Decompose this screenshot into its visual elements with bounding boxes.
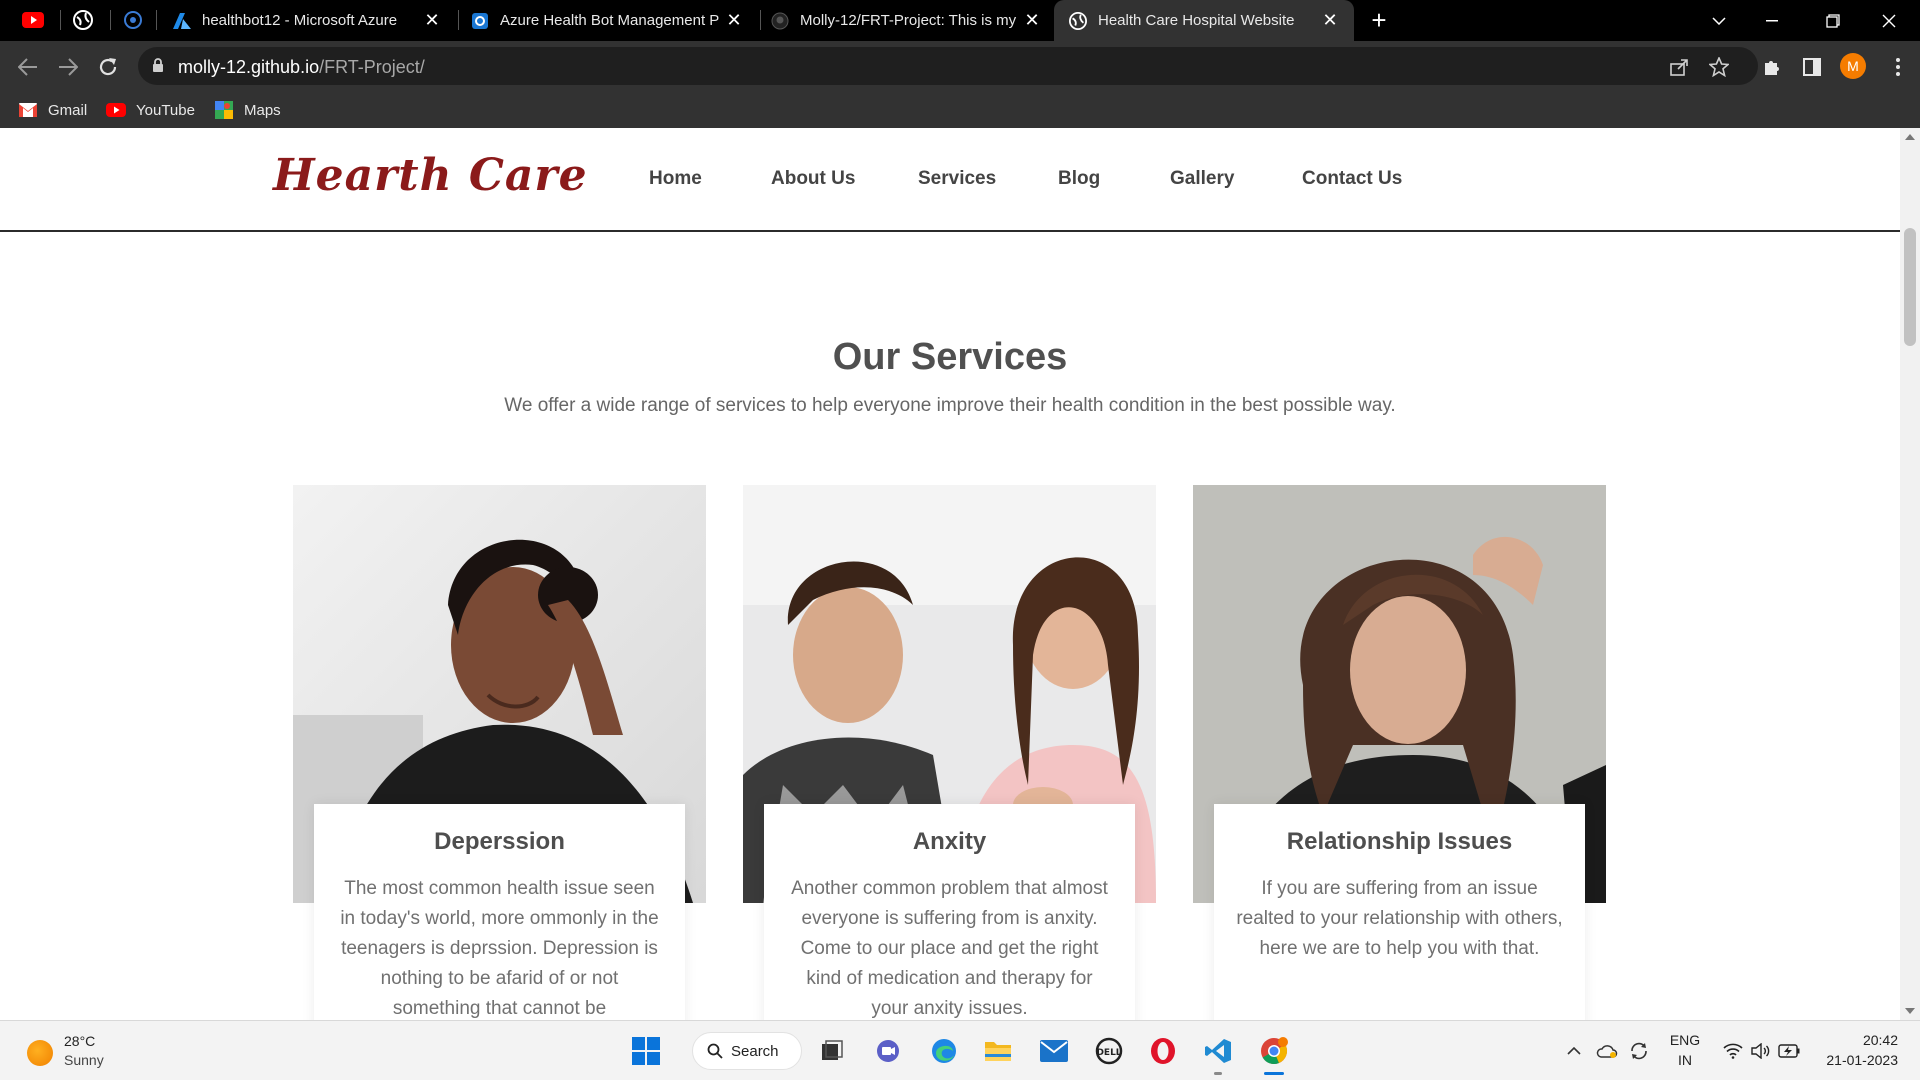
search-icon [707, 1043, 723, 1059]
weather-temperature[interactable]: 28°C [64, 1033, 95, 1049]
new-tab-button[interactable]: + [1366, 7, 1392, 34]
bookmarks-bar: Gmail YouTube Maps [0, 91, 1920, 128]
svg-text:DELL: DELL [1096, 1048, 1121, 1058]
tab-health-bot-management[interactable]: Azure Health Bot Management P ✕ [466, 0, 754, 41]
site-header: Hearth Care Home About Us Services Blog … [0, 128, 1900, 232]
taskbar-search[interactable]: Search [692, 1032, 802, 1070]
scrollbar-thumb[interactable] [1904, 228, 1916, 346]
wifi-icon[interactable] [1720, 1033, 1746, 1069]
tab-title: healthbot12 - Microsoft Azure [202, 12, 398, 29]
maps-icon [214, 101, 234, 119]
restore-button[interactable] [1810, 0, 1856, 41]
windows-start-icon[interactable] [628, 1033, 664, 1069]
browser-toolbar: molly-12.github.io/FRT-Project/ M [0, 41, 1920, 91]
globe-icon [1068, 11, 1088, 31]
youtube-icon [106, 102, 126, 118]
youtube-tab-icon[interactable] [22, 9, 44, 31]
language-indicator[interactable]: ENG [1668, 1032, 1702, 1048]
teams-chat-icon[interactable] [870, 1033, 906, 1069]
tab-github[interactable]: Molly-12/FRT-Project: This is my ✕ [766, 0, 1052, 41]
close-icon[interactable]: ✕ [420, 9, 444, 33]
clock-time[interactable]: 20:42 [1808, 1032, 1898, 1048]
bookmark-youtube[interactable]: YouTube [106, 99, 195, 121]
nav-blog[interactable]: Blog [1058, 168, 1100, 190]
page-scrollbar[interactable] [1900, 128, 1920, 1020]
card-title: Deperssion [434, 828, 565, 855]
scroll-down-arrow-icon[interactable] [1905, 1008, 1915, 1014]
mail-icon[interactable] [1036, 1033, 1072, 1069]
reload-button[interactable] [94, 53, 122, 81]
url-text: molly-12.github.io/FRT-Project/ [178, 57, 425, 77]
service-card-depression: Deperssion The most common health issue … [314, 804, 685, 1020]
card-text: Another common problem that almost every… [791, 878, 1108, 1019]
lock-icon[interactable] [152, 57, 166, 75]
page-viewport: Hearth Care Home About Us Services Blog … [0, 128, 1920, 1020]
minimize-button[interactable] [1749, 0, 1795, 41]
card-title: Anxity [912, 828, 987, 855]
tab-title: Molly-12/FRT-Project: This is my [800, 12, 1017, 29]
side-panel-icon[interactable] [1798, 53, 1826, 81]
share-icon[interactable] [1668, 56, 1690, 78]
services-title: Our Services [832, 336, 1068, 378]
forward-button[interactable] [54, 53, 82, 81]
tab-strip: healthbot12 - Microsoft Azure ✕ Azure He… [0, 0, 1920, 41]
github-icon [770, 11, 790, 31]
more-menu-icon[interactable] [1884, 53, 1912, 81]
gmail-icon [18, 102, 38, 118]
sync-icon[interactable] [1626, 1033, 1652, 1069]
dell-icon[interactable]: DELL [1091, 1033, 1127, 1069]
onedrive-cloud-icon[interactable] [1594, 1033, 1620, 1069]
chrome-icon[interactable] [1256, 1033, 1292, 1075]
tab-health-care-website[interactable]: Health Care Hospital Website ✕ [1054, 0, 1354, 41]
volume-icon[interactable] [1748, 1033, 1774, 1069]
card-title: Relationship Issues [1286, 828, 1513, 855]
close-window-button[interactable] [1866, 0, 1912, 41]
azure-icon [172, 11, 192, 31]
battery-icon[interactable] [1776, 1033, 1802, 1069]
service-card-relationship: Relationship Issues If you are suffering… [1214, 804, 1585, 1020]
address-bar[interactable]: molly-12.github.io/FRT-Project/ [138, 47, 1758, 85]
nav-contact-us[interactable]: Contact Us [1302, 168, 1402, 190]
region-indicator[interactable]: IN [1668, 1052, 1702, 1068]
profile-avatar[interactable]: M [1840, 53, 1866, 79]
vscode-icon[interactable] [1200, 1033, 1236, 1075]
chatbot-tab-icon[interactable] [122, 9, 144, 31]
bookmark-star-icon[interactable] [1708, 56, 1730, 78]
task-view-icon[interactable] [814, 1033, 850, 1069]
file-explorer-icon[interactable] [980, 1033, 1016, 1069]
bookmark-gmail[interactable]: Gmail [18, 99, 87, 121]
taskbar: 28°C Sunny Search DELL ENG IN 20:42 21-0… [0, 1020, 1920, 1080]
edge-browser-icon[interactable] [926, 1033, 962, 1069]
services-subtitle: We offer a wide range of services to hel… [504, 395, 1396, 416]
weather-sun-icon[interactable] [27, 1040, 53, 1066]
clock-date[interactable]: 21-01-2023 [1808, 1052, 1898, 1068]
nav-home[interactable]: Home [649, 168, 702, 190]
close-icon[interactable]: ✕ [1318, 9, 1342, 33]
close-icon[interactable]: ✕ [1020, 9, 1044, 33]
globe-tab-icon[interactable] [72, 9, 94, 31]
tab-azure[interactable]: healthbot12 - Microsoft Azure ✕ [168, 0, 452, 41]
health-bot-icon [470, 11, 490, 31]
back-button[interactable] [14, 53, 42, 81]
opera-icon[interactable] [1145, 1033, 1181, 1069]
tab-title: Azure Health Bot Management P [500, 12, 720, 29]
nav-services[interactable]: Services [918, 168, 996, 190]
nav-gallery[interactable]: Gallery [1170, 168, 1234, 190]
tab-search-chevron-icon[interactable] [1696, 0, 1742, 41]
close-icon[interactable]: ✕ [722, 9, 746, 33]
bookmark-maps[interactable]: Maps [214, 99, 281, 121]
weather-description[interactable]: Sunny [64, 1052, 104, 1068]
service-card-anxiety: Anxity Another common problem that almos… [764, 804, 1135, 1020]
card-text: If you are suffering from an issue realt… [1236, 878, 1563, 959]
tab-title: Health Care Hospital Website [1098, 12, 1295, 29]
site-logo[interactable]: Hearth Care [273, 150, 588, 201]
extensions-puzzle-icon[interactable] [1758, 53, 1786, 81]
scroll-up-arrow-icon[interactable] [1905, 134, 1915, 140]
tray-overflow-chevron-icon[interactable] [1562, 1033, 1586, 1069]
nav-about-us[interactable]: About Us [771, 168, 855, 190]
card-text: The most common health issue seen in tod… [340, 878, 659, 1019]
